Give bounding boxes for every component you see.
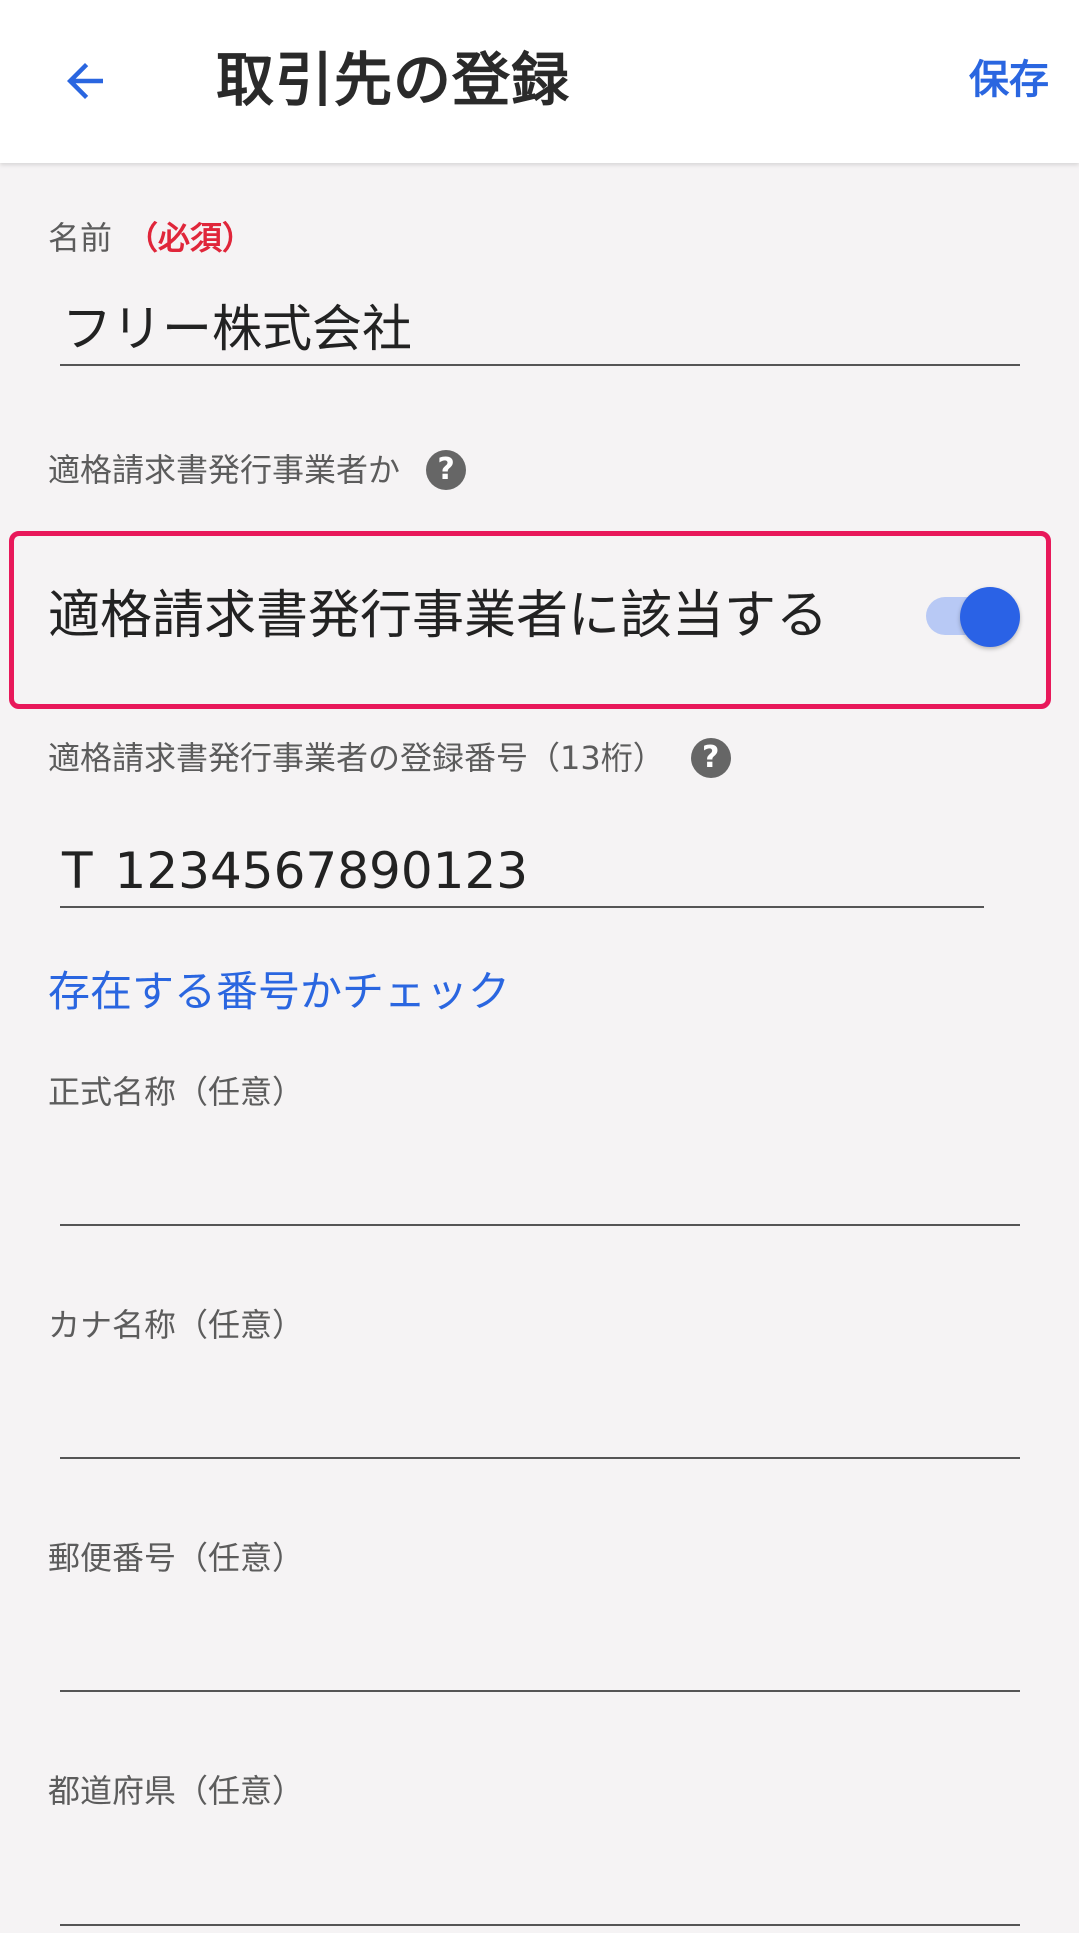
- question-icon[interactable]: ?: [426, 450, 467, 490]
- postal-code-input[interactable]: [60, 1618, 1020, 1692]
- registration-number-input[interactable]: T 1234567890123: [60, 834, 984, 908]
- back-button[interactable]: [50, 46, 120, 116]
- prefecture-input[interactable]: [60, 1852, 1020, 1926]
- formal-name-input[interactable]: [60, 1152, 1020, 1226]
- name-input-value: フリー株式会社: [62, 300, 412, 358]
- registration-prefix: T: [62, 842, 93, 900]
- check-number-link[interactable]: 存在する番号かチェック: [48, 962, 510, 1022]
- postal-code-label: 郵便番号（任意）: [48, 1539, 305, 1577]
- prefecture-label: 都道府県（任意）: [48, 1772, 305, 1810]
- arrow-left-icon: [67, 63, 103, 99]
- toggle-thumb: [960, 587, 1020, 647]
- qualified-label-text: 適格請求書発行事業者か: [48, 451, 401, 489]
- qualified-toggle-switch[interactable]: [926, 587, 1024, 647]
- app-bar: 取引先の登録 保存: [0, 0, 1079, 163]
- question-icon[interactable]: ?: [690, 738, 731, 778]
- page-title: 取引先の登録: [216, 46, 571, 114]
- name-input[interactable]: フリー株式会社: [60, 292, 1020, 366]
- qualified-label: 適格請求書発行事業者か ?: [48, 448, 467, 492]
- kana-name-label: カナ名称（任意）: [48, 1306, 305, 1344]
- qualified-toggle-label: 適格請求書発行事業者に該当する: [48, 586, 829, 646]
- name-label-text: 名前: [48, 219, 113, 257]
- registration-label: 適格請求書発行事業者の登録番号（13桁） ?: [48, 736, 731, 780]
- registration-label-text: 適格請求書発行事業者の登録番号（13桁）: [48, 739, 665, 777]
- registration-number-value: 1234567890123: [114, 842, 529, 900]
- save-button[interactable]: 保存: [969, 52, 1049, 108]
- required-badge: （必須）: [126, 219, 255, 257]
- name-label: 名前 （必須）: [48, 216, 254, 260]
- kana-name-input[interactable]: [60, 1385, 1020, 1459]
- formal-name-label: 正式名称（任意）: [48, 1073, 305, 1111]
